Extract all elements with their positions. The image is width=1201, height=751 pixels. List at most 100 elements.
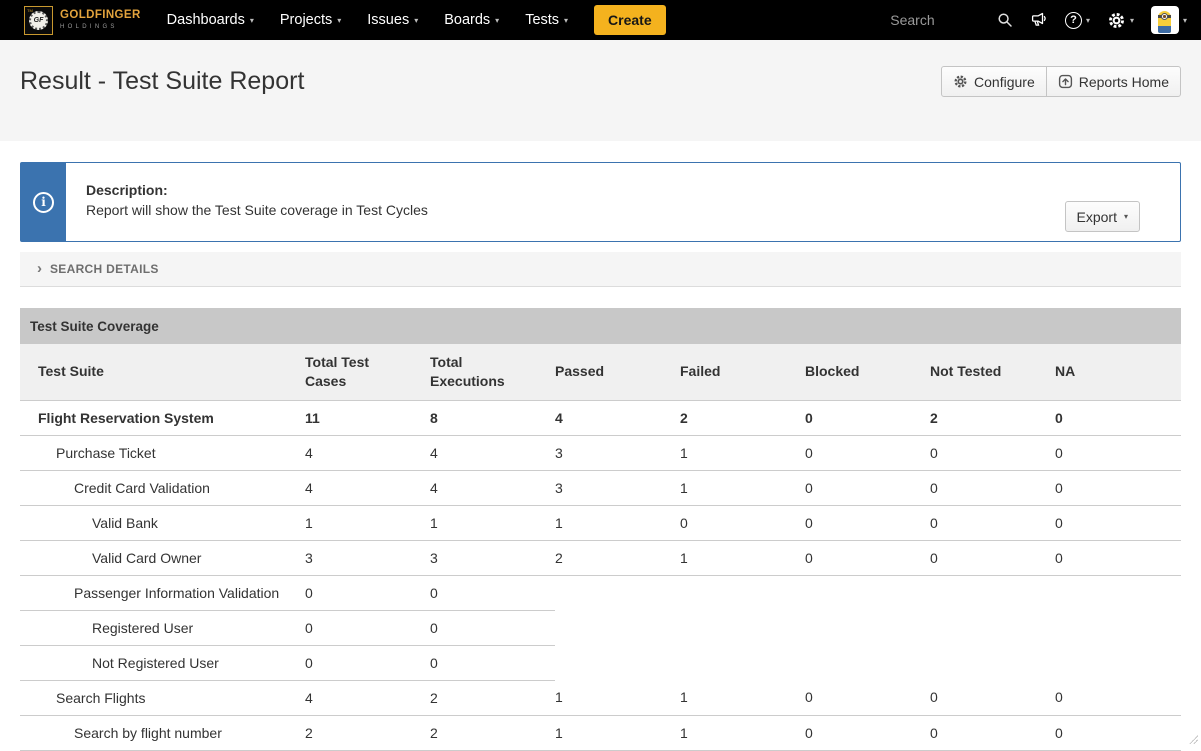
- value-cell: 2: [555, 540, 680, 575]
- menu-boards[interactable]: Boards ▾: [444, 12, 499, 28]
- logo-brand: GOLDFINGER: [60, 10, 141, 22]
- column-header-test-suite: Test Suite: [20, 344, 305, 400]
- logo-text: GOLDFINGER HOLDINGS: [60, 10, 141, 31]
- value-cell: [1055, 645, 1181, 680]
- value-cell: 0: [930, 540, 1055, 575]
- value-cell: 3: [305, 540, 430, 575]
- configure-label: Configure: [974, 74, 1035, 90]
- create-button[interactable]: Create: [594, 5, 666, 35]
- main-menu: Dashboards ▾ Projects ▾ Issues ▾ Boards …: [167, 12, 568, 28]
- table-row: Search Flights4211000: [20, 680, 1181, 715]
- value-cell: 3: [430, 540, 555, 575]
- value-cell: 0: [1055, 400, 1181, 435]
- top-navigation-bar: TM GF GOLDFINGER HOLDINGS Dashboards ▾ P…: [0, 0, 1201, 40]
- export-label: Export: [1077, 209, 1117, 225]
- value-cell: [805, 645, 930, 680]
- value-cell: [1055, 575, 1181, 610]
- test-suite-name-cell: Valid Card Owner: [20, 540, 305, 575]
- column-header-passed: Passed: [555, 344, 680, 400]
- avatar-image: [1158, 11, 1171, 33]
- page-title: Result - Test Suite Report: [20, 67, 304, 96]
- value-cell: 0: [930, 505, 1055, 540]
- column-header-na: NA: [1055, 344, 1181, 400]
- menu-label: Boards: [444, 12, 490, 28]
- value-cell: 0: [430, 610, 555, 645]
- value-cell: [680, 645, 805, 680]
- table-row: Valid Bank1110000: [20, 505, 1181, 540]
- value-cell: 0: [305, 575, 430, 610]
- value-cell: 1: [555, 715, 680, 750]
- gear-icon: [1107, 11, 1126, 30]
- value-cell: 1: [305, 505, 430, 540]
- megaphone-icon[interactable]: [1030, 11, 1048, 29]
- test-suite-name-cell: Passenger Information Validation: [20, 575, 305, 610]
- value-cell: 0: [805, 505, 930, 540]
- search-details-label: SEARCH DETAILS: [50, 262, 159, 276]
- search-input[interactable]: [845, 11, 980, 29]
- logo-monogram: GF: [29, 11, 48, 30]
- search-icon[interactable]: [997, 12, 1013, 28]
- logo-subtitle: HOLDINGS: [60, 24, 141, 30]
- info-strip: i: [21, 163, 66, 241]
- value-cell: 1: [430, 505, 555, 540]
- help-icon: ?: [1065, 12, 1082, 29]
- value-cell: 1: [680, 680, 805, 715]
- menu-projects[interactable]: Projects ▾: [280, 12, 341, 28]
- export-button[interactable]: Export ▾: [1065, 201, 1140, 232]
- value-cell: 0: [680, 505, 805, 540]
- search-details-toggle[interactable]: › SEARCH DETAILS: [20, 252, 1181, 287]
- menu-label: Projects: [280, 12, 332, 28]
- value-cell: 4: [430, 435, 555, 470]
- value-cell: 0: [805, 540, 930, 575]
- menu-label: Dashboards: [167, 12, 245, 28]
- test-suite-name-cell: Credit Card Validation: [20, 470, 305, 505]
- menu-label: Issues: [367, 12, 409, 28]
- settings-menu[interactable]: ▾: [1107, 11, 1134, 30]
- resize-grip-icon: [1188, 734, 1198, 744]
- logo-tm: TM: [27, 8, 33, 13]
- reports-home-button[interactable]: Reports Home: [1046, 66, 1181, 97]
- table-row: Not Registered User00: [20, 645, 1181, 680]
- chevron-down-icon: ▾: [564, 16, 568, 25]
- value-cell: [805, 610, 930, 645]
- avatar: [1151, 6, 1179, 34]
- help-menu[interactable]: ? ▾: [1065, 12, 1090, 29]
- value-cell: 4: [305, 470, 430, 505]
- menu-label: Tests: [525, 12, 559, 28]
- value-cell: [930, 575, 1055, 610]
- menu-tests[interactable]: Tests ▾: [525, 12, 568, 28]
- app-logo[interactable]: TM GF GOLDFINGER HOLDINGS: [24, 6, 141, 35]
- value-cell: 0: [305, 610, 430, 645]
- value-cell: 1: [555, 680, 680, 715]
- value-cell: 0: [1055, 470, 1181, 505]
- value-cell: 0: [805, 470, 930, 505]
- value-cell: 0: [1055, 715, 1181, 750]
- value-cell: 4: [305, 435, 430, 470]
- value-cell: 0: [305, 645, 430, 680]
- menu-issues[interactable]: Issues ▾: [367, 12, 418, 28]
- chevron-down-icon: ▾: [1086, 16, 1090, 25]
- test-suite-name-cell: Flight Reservation System: [20, 400, 305, 435]
- configure-button[interactable]: Configure: [941, 66, 1047, 97]
- value-cell: 0: [430, 645, 555, 680]
- test-suite-coverage-table: Test Suite Total Test Cases Total Execut…: [20, 344, 1181, 751]
- value-cell: 2: [680, 400, 805, 435]
- value-cell: [555, 610, 680, 645]
- value-cell: 4: [430, 470, 555, 505]
- table-row: Search by flight number2211000: [20, 715, 1181, 750]
- value-cell: [680, 610, 805, 645]
- menu-dashboards[interactable]: Dashboards ▾: [167, 12, 254, 28]
- reports-home-label: Reports Home: [1079, 74, 1169, 90]
- value-cell: 1: [680, 470, 805, 505]
- value-cell: 0: [930, 435, 1055, 470]
- table-row: Registered User00: [20, 610, 1181, 645]
- user-menu[interactable]: ▾: [1151, 6, 1187, 34]
- value-cell: 1: [680, 540, 805, 575]
- value-cell: 4: [305, 680, 430, 715]
- test-suite-name-cell: Purchase Ticket: [20, 435, 305, 470]
- info-icon: i: [33, 192, 54, 213]
- column-header-total-test-cases: Total Test Cases: [305, 344, 430, 400]
- value-cell: [805, 575, 930, 610]
- topbar-right-group: ? ▾ ▾ ▾: [845, 6, 1187, 34]
- test-suite-name-cell: Valid Bank: [20, 505, 305, 540]
